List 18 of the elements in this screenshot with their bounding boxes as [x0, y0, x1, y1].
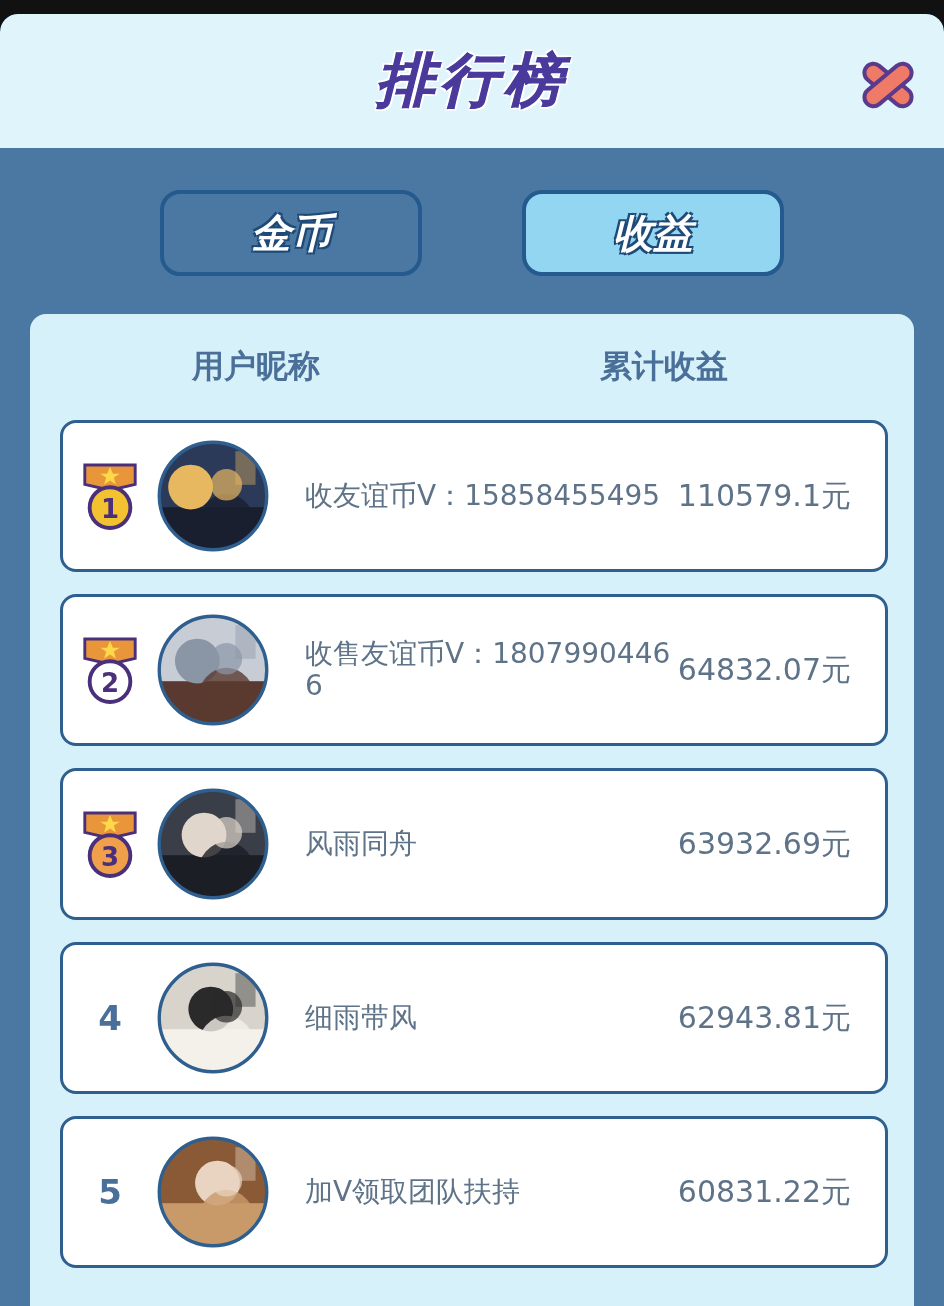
user-nickname: 加V领取团队扶持 — [305, 1175, 522, 1209]
user-nickname: 收售友谊币V：18079904466 — [305, 637, 672, 703]
medal-badge: 3 — [79, 809, 141, 879]
earnings-amount: 63932.69元 — [677, 824, 851, 863]
medal-badge: 1 — [79, 461, 141, 531]
earnings-amount: 60831.22元 — [677, 1172, 851, 1211]
tab[interactable]: 金币 — [160, 190, 422, 276]
earnings-amount: 62943.81元 — [677, 998, 851, 1037]
rank-number: 4 — [98, 998, 122, 1038]
column-header: 累计收益 — [600, 346, 728, 387]
earnings-amount: 64832.07元 — [677, 650, 851, 689]
rank-number: 5 — [98, 1172, 122, 1212]
earnings-amount: 110579.1元 — [677, 476, 851, 515]
user-nickname: 细雨带风 — [305, 1001, 418, 1035]
user-nickname: 收友谊币V：15858455495 — [305, 479, 662, 513]
medal-badge: 2 — [79, 635, 141, 705]
user-nickname: 风雨同舟 — [305, 827, 418, 861]
column-header: 用户昵称 — [192, 346, 320, 387]
